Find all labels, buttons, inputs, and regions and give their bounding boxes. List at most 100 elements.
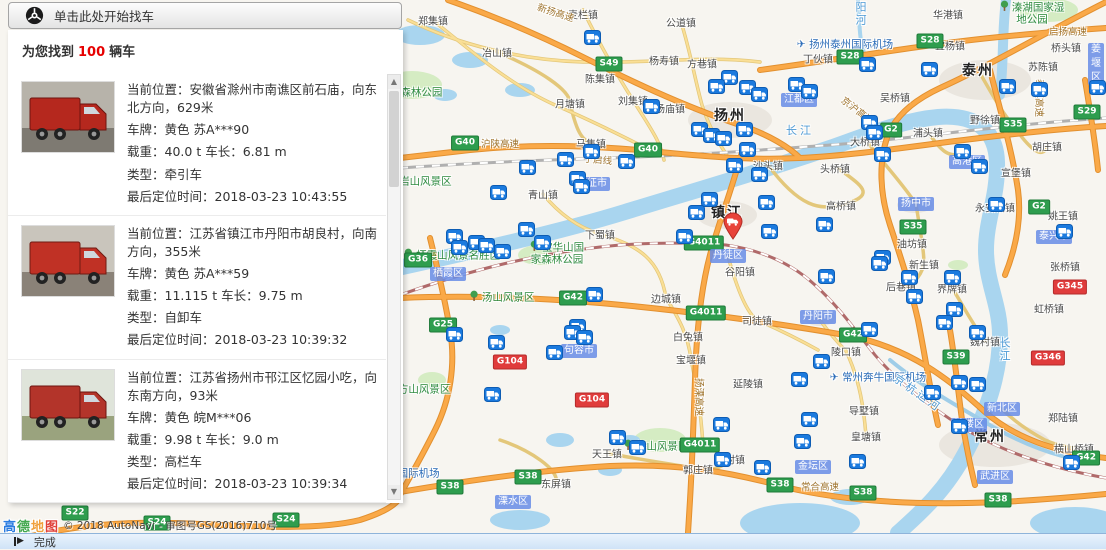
vehicle-load: 载重：11.115 t 车长：9.75 m	[127, 287, 382, 305]
scenic-area-label: 汤山风景区	[470, 290, 535, 303]
vehicle-load: 载重：9.98 t 车长：9.0 m	[127, 431, 382, 449]
truck-marker[interactable]	[736, 122, 753, 137]
truck-marker[interactable]	[708, 79, 725, 94]
truck-marker[interactable]	[874, 147, 891, 162]
truck-marker[interactable]	[921, 62, 938, 77]
truck-marker[interactable]	[761, 224, 778, 239]
truck-marker[interactable]	[859, 57, 876, 72]
result-prefix: 为您找到	[22, 45, 74, 60]
town-label: 高桥镇	[826, 198, 856, 213]
truck-marker[interactable]	[629, 440, 646, 455]
truck-marker[interactable]	[576, 330, 593, 345]
vehicle-card[interactable]: 当前位置：安徽省滁州市南谯区前石庙，向东北方向，629米 车牌：黄色 苏A***…	[8, 72, 386, 216]
vehicle-plate: 车牌：黄色 苏A***59	[127, 265, 382, 283]
town-label: 青山镇	[528, 187, 558, 202]
list-scrollbar[interactable]: ▲ ▼	[387, 74, 401, 500]
truck-marker[interactable]	[1063, 455, 1080, 470]
scroll-down-button[interactable]: ▼	[388, 485, 400, 499]
truck-marker[interactable]	[758, 195, 775, 210]
truck-marker[interactable]	[801, 412, 818, 427]
road-shield-badge: G42	[559, 291, 587, 306]
truck-marker[interactable]	[643, 99, 660, 114]
truck-marker[interactable]	[688, 205, 705, 220]
truck-marker[interactable]	[739, 142, 756, 157]
location-pin[interactable]	[722, 212, 744, 240]
scroll-up-button[interactable]: ▲	[388, 75, 400, 89]
truck-marker[interactable]	[969, 377, 986, 392]
truck-marker[interactable]	[924, 385, 941, 400]
truck-marker[interactable]	[1089, 80, 1106, 95]
truck-marker[interactable]	[534, 235, 551, 250]
truck-marker[interactable]	[818, 269, 835, 284]
road-shield-badge: G36	[404, 253, 432, 268]
truck-marker[interactable]	[488, 335, 505, 350]
truck-marker[interactable]	[519, 160, 536, 175]
truck-marker[interactable]	[484, 387, 501, 402]
truck-marker[interactable]	[988, 197, 1005, 212]
district-badge: 丹徒区	[710, 249, 746, 263]
town-label: 麦栏镇	[568, 7, 598, 22]
truck-marker[interactable]	[791, 372, 808, 387]
truck-marker[interactable]	[518, 222, 535, 237]
truck-marker[interactable]	[573, 179, 590, 194]
truck-marker[interactable]	[866, 125, 883, 140]
truck-marker[interactable]	[726, 158, 743, 173]
truck-marker[interactable]	[586, 287, 603, 302]
truck-marker[interactable]	[609, 430, 626, 445]
truck-marker[interactable]	[494, 244, 511, 259]
truck-marker[interactable]	[969, 325, 986, 340]
status-bar: ▶ 完成	[0, 533, 1106, 549]
truck-marker[interactable]	[999, 79, 1016, 94]
truck-marker[interactable]	[813, 354, 830, 369]
truck-marker[interactable]	[583, 144, 600, 159]
truck-marker[interactable]	[794, 434, 811, 449]
truck-marker[interactable]	[478, 238, 495, 253]
truck-marker[interactable]	[954, 144, 971, 159]
district-badge: 姜堰区	[1088, 43, 1104, 85]
truck-marker[interactable]	[971, 159, 988, 174]
town-label: 华港镇	[933, 7, 963, 22]
town-label: 宣堡镇	[1001, 165, 1031, 180]
truck-marker[interactable]	[801, 84, 818, 99]
truck-marker[interactable]	[446, 327, 463, 342]
truck-marker[interactable]	[676, 229, 693, 244]
truck-marker[interactable]	[751, 87, 768, 102]
truck-marker[interactable]	[871, 256, 888, 271]
truck-marker[interactable]	[584, 30, 601, 45]
town-label: 桥头镇	[1051, 40, 1081, 55]
vehicle-card[interactable]: 当前位置：江苏省扬州市邗江区忆园小吃，向东南方向，93米 车牌：黄色 皖M***…	[8, 360, 386, 504]
truck-marker[interactable]	[754, 460, 771, 475]
truck-marker[interactable]	[751, 167, 768, 182]
truck-marker[interactable]	[951, 375, 968, 390]
truck-marker[interactable]	[849, 454, 866, 469]
truck-marker[interactable]	[618, 154, 635, 169]
truck-marker[interactable]	[906, 289, 923, 304]
road-name-label: 沪陕高速	[481, 136, 519, 150]
road-shield-badge: S38	[766, 478, 793, 493]
status-label: 完成	[34, 534, 56, 550]
truck-marker[interactable]	[713, 417, 730, 432]
truck-marker[interactable]	[714, 452, 731, 467]
truck-marker[interactable]	[901, 270, 918, 285]
truck-marker[interactable]	[816, 217, 833, 232]
district-badge: 句容市	[561, 344, 597, 358]
truck-marker[interactable]	[546, 345, 563, 360]
truck-marker[interactable]	[951, 419, 968, 434]
scroll-thumb[interactable]	[389, 91, 399, 187]
road-shield-badge: S38	[984, 493, 1011, 508]
truck-marker[interactable]	[557, 152, 574, 167]
find-vehicle-header[interactable]: 单击此处开始找车	[8, 2, 402, 29]
truck-marker[interactable]	[861, 322, 878, 337]
truck-marker[interactable]	[490, 185, 507, 200]
town-label: 虹桥镇	[1034, 301, 1064, 316]
truck-marker[interactable]	[451, 240, 468, 255]
truck-marker[interactable]	[715, 131, 732, 146]
truck-marker[interactable]	[1056, 224, 1073, 239]
truck-marker[interactable]	[1031, 82, 1048, 97]
vehicle-card[interactable]: 当前位置：江苏省镇江市丹阳市胡良村，向南方向，355米 车牌：黄色 苏A***5…	[8, 216, 386, 360]
truck-marker[interactable]	[944, 270, 961, 285]
result-count: 100	[78, 45, 105, 60]
town-label: 郑集镇	[418, 13, 448, 28]
truck-marker[interactable]	[936, 315, 953, 330]
water-label: 长江	[996, 337, 1012, 363]
